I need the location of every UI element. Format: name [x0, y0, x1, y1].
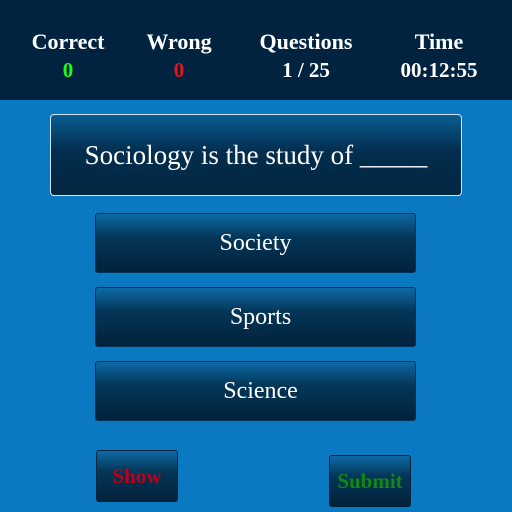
answer-option-society[interactable]: Society — [95, 213, 416, 273]
wrong-label: Wrong — [146, 29, 212, 54]
answer-option-label: Society — [219, 229, 292, 256]
score-header: Correct 0 Wrong 0 Questions 1 / 25 Time … — [0, 0, 512, 100]
question-box: Sociology is the study of _____ — [50, 114, 462, 196]
questions-stat: Questions 1 / 25 — [246, 28, 366, 84]
show-answer-button[interactable]: Show — [96, 450, 178, 502]
submit-label: Submit — [337, 468, 403, 493]
answer-option-label: Sports — [229, 303, 292, 330]
wrong-count: 0 — [173, 58, 185, 82]
correct-stat: Correct 0 — [18, 28, 118, 84]
time-label: Time — [414, 29, 464, 54]
question-progress: 1 / 25 — [282, 58, 330, 82]
answer-option-label: Science — [223, 377, 298, 404]
show-answer-label: Show — [112, 463, 162, 488]
elapsed-time: 00:12:55 — [400, 58, 478, 82]
question-text: Sociology is the study of _____ — [84, 139, 428, 170]
questions-label: Questions — [259, 29, 353, 54]
correct-label: Correct — [31, 29, 105, 54]
answer-option-science[interactable]: Science — [95, 361, 416, 421]
time-stat: Time 00:12:55 — [384, 28, 494, 84]
quiz-screen: Correct 0 Wrong 0 Questions 1 / 25 Time … — [0, 0, 512, 512]
correct-count: 0 — [62, 58, 74, 82]
submit-button[interactable]: Submit — [329, 455, 411, 507]
wrong-stat: Wrong 0 — [129, 28, 229, 84]
answer-option-sports[interactable]: Sports — [95, 287, 416, 347]
